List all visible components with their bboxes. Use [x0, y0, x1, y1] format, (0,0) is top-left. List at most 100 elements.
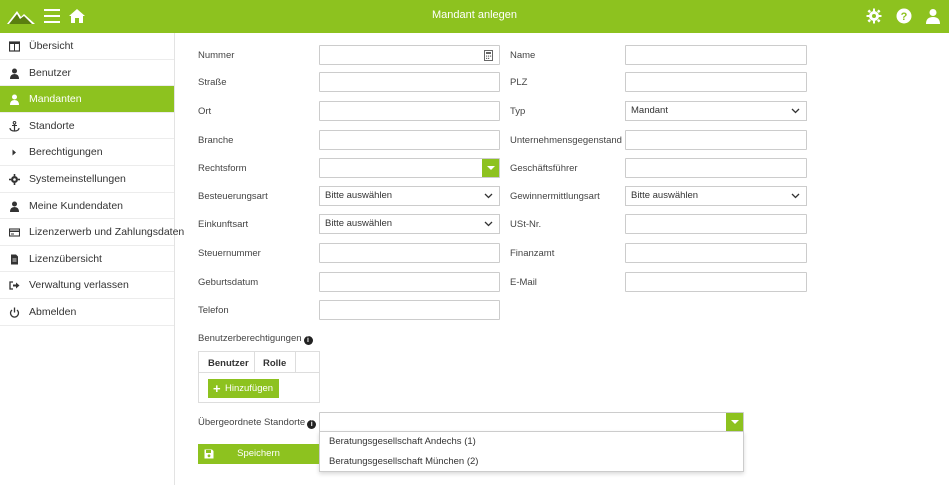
sidebar-item-label: Übersicht: [29, 40, 74, 52]
sidebar-item-systemeinstellungen[interactable]: Systemeinstellungen: [0, 166, 174, 193]
unternehmensgegenstand-label: Unternehmensgegenstand: [510, 135, 622, 146]
geburtsdatum-input[interactable]: [319, 272, 500, 292]
sidebar-item-standorte[interactable]: Standorte: [0, 113, 174, 140]
sidebar-item-lizenzuebersicht[interactable]: Lizenzübersicht: [0, 246, 174, 273]
sidebar-item-verwaltung-verlassen[interactable]: Verwaltung verlassen: [0, 272, 174, 299]
strasse-label: Straße: [198, 77, 227, 88]
info-icon[interactable]: i: [307, 420, 317, 429]
sidebar-item-benutzer[interactable]: Benutzer: [0, 60, 174, 87]
branche-input[interactable]: [319, 130, 500, 150]
sidebar-item-label: Mandanten: [29, 93, 82, 106]
sidebar-item-label: Abmelden: [29, 305, 77, 318]
svg-text:?: ?: [901, 11, 908, 23]
nummer-label: Nummer: [198, 50, 235, 61]
uebergeordnete-standorte-label: Übergeordnete Standorte: [198, 417, 306, 428]
chevron-down-icon: [484, 193, 493, 199]
sidebar-item-label: Verwaltung verlassen: [29, 279, 129, 292]
sidebar-item-label: Standorte: [29, 119, 75, 132]
geschaeftsfuehrer-input[interactable]: [625, 158, 807, 178]
chevron-down-icon: [791, 193, 800, 199]
standorte-combobox[interactable]: [319, 412, 744, 432]
user-account-icon[interactable]: [925, 8, 941, 24]
help-icon[interactable]: ?: [896, 8, 912, 24]
benutzerberechtigungen-label: Benutzerberechtigungen: [198, 333, 302, 344]
einkunftsart-label: Einkunftsart: [198, 219, 249, 230]
rechtsform-label: Rechtsform: [198, 163, 247, 174]
save-button[interactable]: Speichern: [198, 444, 319, 464]
sidebar-item-label: Systemeinstellungen: [29, 172, 126, 185]
columns-icon: [9, 41, 20, 52]
permissions-table-header: Benutzer Rolle: [199, 352, 319, 373]
sidebar-item-mandanten[interactable]: Mandanten: [0, 86, 174, 113]
floppy-disk-icon: [204, 449, 214, 459]
chevron-down-icon: [791, 108, 800, 114]
typ-label: Typ: [510, 106, 526, 117]
dropdown-option[interactable]: Beratungsgesellschaft München (2): [320, 452, 743, 472]
gear-icon[interactable]: [866, 8, 882, 24]
sidebar-item-meine-kundendaten[interactable]: Meine Kundendaten: [0, 193, 174, 220]
chevron-down-icon: [484, 221, 493, 227]
dropdown-toggle-icon[interactable]: [726, 413, 743, 431]
save-button-label: Speichern: [237, 448, 280, 459]
credit-card-icon: [9, 228, 20, 237]
gewinnermittlungsart-select-value: Bitte auswählen: [631, 190, 699, 201]
sidebar-item-abmelden[interactable]: Abmelden: [0, 299, 174, 326]
finanzamt-input[interactable]: [625, 243, 807, 263]
strasse-input[interactable]: [319, 72, 500, 92]
uebergeordnete-standorte-heading: Übergeordnete Standorte i: [198, 417, 317, 429]
rechtsform-combobox[interactable]: [319, 158, 500, 178]
sidebar-item-label: Berechtigungen: [29, 146, 103, 159]
info-icon[interactable]: i: [303, 336, 313, 345]
einkunftsart-select-value: Bitte auswählen: [325, 218, 393, 229]
typ-select[interactable]: Mandant: [625, 101, 807, 121]
gewinnermittlungsart-label: Gewinnermittlungsart: [510, 191, 600, 202]
form-area: Nummer Name Straße PLZ Ort Typ Mandant B…: [176, 33, 949, 485]
nummer-input[interactable]: [319, 45, 500, 65]
sidebar-item-uebersicht[interactable]: Übersicht: [0, 33, 174, 60]
name-input[interactable]: [625, 45, 807, 65]
sidebar-item-label: Lizenzerwerb und Zahlungsdaten: [29, 226, 185, 239]
email-label: E-Mail: [510, 277, 537, 288]
branche-label: Branche: [198, 135, 234, 146]
telefon-input[interactable]: [319, 300, 500, 320]
permissions-table: Benutzer Rolle Hinzufügen: [198, 351, 320, 403]
standorte-dropdown-list: Beratungsgesellschaft Andechs (1) Beratu…: [319, 431, 744, 472]
column-header-benutzer: Benutzer: [208, 358, 249, 369]
benutzerberechtigungen-heading: Benutzerberechtigungen i: [198, 333, 313, 345]
sidebar: Übersicht Benutzer Mandanten Standorte B…: [0, 33, 184, 485]
top-bar: Mandant anlegen ?: [0, 0, 949, 33]
name-label: Name: [510, 50, 536, 61]
anchor-icon: [9, 120, 20, 132]
telefon-label: Telefon: [198, 305, 229, 316]
besteuerungsart-label: Besteuerungsart: [198, 191, 268, 202]
unternehmensgegenstand-input[interactable]: [625, 130, 807, 150]
gear-icon: [9, 173, 20, 185]
dropdown-toggle-icon[interactable]: [482, 159, 499, 177]
steuernummer-label: Steuernummer: [198, 248, 261, 259]
ort-input[interactable]: [319, 101, 500, 121]
sidebar-item-label: Meine Kundendaten: [29, 199, 123, 212]
caret-right-icon: [12, 149, 16, 156]
einkunftsart-select[interactable]: Bitte auswählen: [319, 214, 500, 234]
email-input[interactable]: [625, 272, 807, 292]
geschaeftsfuehrer-label: Geschäftsführer: [510, 163, 578, 174]
user-icon: [10, 68, 19, 79]
sign-out-icon: [9, 281, 20, 290]
power-icon: [9, 307, 20, 318]
column-header-rolle: Rolle: [263, 358, 287, 369]
sidebar-item-lizenzerwerb[interactable]: Lizenzerwerb und Zahlungsdaten: [0, 219, 184, 246]
user-icon: [10, 94, 19, 106]
page-title: Mandant anlegen: [431, 9, 517, 21]
sidebar-item-label: Lizenzübersicht: [29, 252, 102, 265]
ustnr-input[interactable]: [625, 214, 807, 234]
add-permission-button[interactable]: Hinzufügen: [208, 379, 279, 398]
ustnr-label: USt-Nr.: [510, 219, 542, 230]
dropdown-option[interactable]: Beratungsgesellschaft Andechs (1): [320, 432, 743, 452]
typ-select-value: Mandant: [631, 105, 668, 116]
sidebar-item-berechtigungen[interactable]: Berechtigungen: [0, 139, 174, 166]
steuernummer-input[interactable]: [319, 243, 500, 263]
plz-label: PLZ: [510, 77, 528, 88]
gewinnermittlungsart-select[interactable]: Bitte auswählen: [625, 186, 807, 206]
besteuerungsart-select[interactable]: Bitte auswählen: [319, 186, 500, 206]
plz-input[interactable]: [625, 72, 807, 92]
